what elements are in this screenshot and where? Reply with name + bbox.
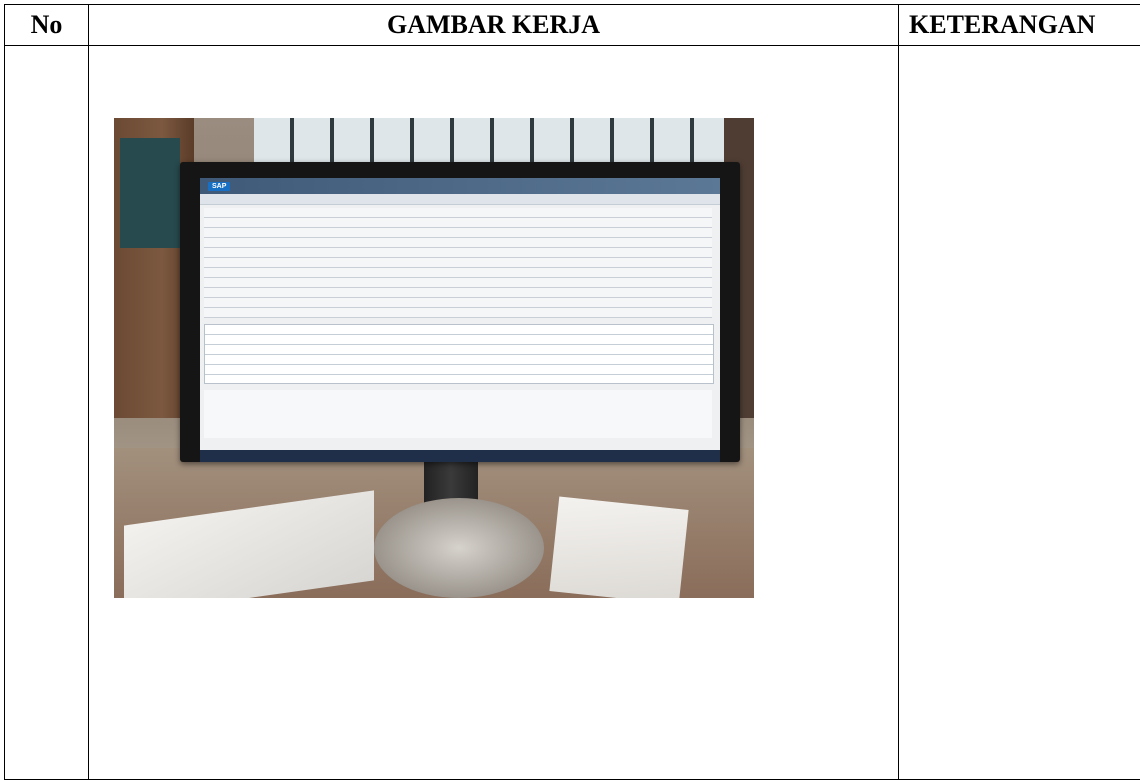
header-gambar-kerja: GAMBAR KERJA [88, 4, 899, 46]
monitor-screen: SAP [200, 178, 720, 452]
sap-empty-area [204, 390, 712, 438]
no-cell [4, 45, 89, 780]
gambar-kerja-cell: SAP [88, 45, 899, 780]
header-keterangan: KETERANGAN [898, 4, 1140, 46]
content-row: SAP [4, 45, 1140, 780]
metal-plate [374, 498, 544, 598]
sap-header-bar: SAP [200, 178, 720, 194]
paper-stack-right [549, 496, 689, 598]
keterangan-cell [898, 45, 1140, 780]
work-table: No GAMBAR KERJA KETERANGAN SAP [4, 4, 1140, 780]
header-no: No [4, 4, 89, 46]
sap-toolbar [200, 194, 720, 205]
workstation-photo: SAP [114, 118, 754, 598]
monitor: SAP [180, 162, 740, 462]
sap-items-grid [204, 324, 714, 384]
background-windows [254, 118, 754, 166]
header-row: No GAMBAR KERJA KETERANGAN [4, 4, 1140, 46]
windows-taskbar [200, 450, 720, 462]
sap-header-form [204, 208, 712, 318]
sap-logo: SAP [208, 181, 231, 191]
